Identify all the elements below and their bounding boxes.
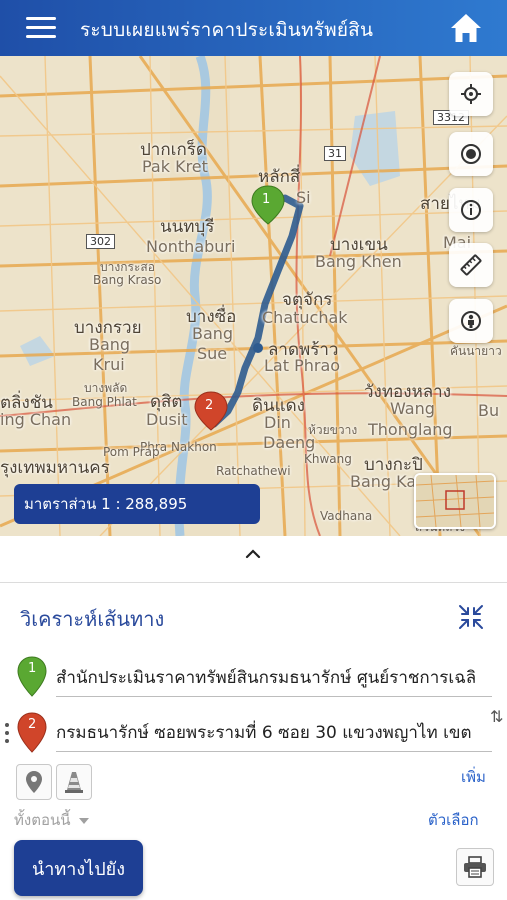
options-link[interactable]: ตัวเลือก [428,808,479,832]
printer-icon [464,856,486,878]
map-label: Din [264,413,291,432]
street-view-icon[interactable] [449,299,493,343]
info-icon[interactable] [449,188,493,232]
destination-field[interactable]: กรมธนารักษ์ ซอยพระรามที่ 6 ซอย 30 แขวงพญ… [56,715,492,752]
map-label: Wang [390,399,435,418]
map-label: Si [296,188,311,207]
compress-arrows-icon[interactable] [457,603,485,631]
home-icon[interactable] [449,12,483,44]
ruler-icon[interactable] [449,243,493,287]
navigate-button[interactable]: นำทางไปยัง [14,840,143,896]
swap-icon[interactable]: ⇅ [490,707,503,726]
location-pin-mode-button[interactable] [16,764,52,800]
map-view[interactable]: 1 2 ปากเกร็ด Pak Kret หลักสี่ Si นนทบุรี… [0,56,507,536]
map-label: Bu [478,401,500,420]
record-icon[interactable] [449,132,493,176]
add-stop-link[interactable]: เพิ่ม [461,765,486,789]
destination-pin-icon: 2 [16,712,48,754]
map-label: Nonthaburi [146,237,236,256]
destination-pin-number: 2 [28,717,37,732]
panel-toggle[interactable] [0,536,507,583]
map-label: Bang Phlat [72,395,137,409]
map-label: Sue [197,344,228,363]
road-shield: 31 [324,146,346,161]
map-scale: มาตราส่วน 1 : 288,895 [14,484,260,524]
panel-title: วิเคราะห์เส้นทาง [20,607,165,631]
map-label: Khwang [304,452,352,466]
map-label: Bang [89,335,131,354]
depart-time-label: ทั้งตอนนี้ [14,811,71,829]
map-label: รุงเทพมหานคร [0,458,110,478]
traffic-cone-icon [65,772,83,793]
map-label: หลักสี่ [258,167,301,187]
map-pin-destination-label: 2 [205,398,214,413]
origin-pin-icon: 1 [16,656,48,698]
depart-time-select[interactable]: ทั้งตอนนี้ [14,808,90,832]
map-label: นนทบุรี [160,217,215,237]
map-label: Bang Kraso [93,273,162,287]
map-label: Krui [93,355,125,374]
map-label: Pak Kret [142,157,208,176]
origin-field[interactable]: สำนักประเมินราคาทรัพย์สินกรมธนารักษ์ ศูน… [56,660,492,697]
map-label: Thonglang [368,420,453,439]
app-title: ระบบเผยแพร่ราคาประเมินทรัพย์สิน [80,19,374,41]
road-shield: 302 [86,234,115,249]
origin-pin-number: 1 [28,661,37,676]
map-label: Dusit [146,410,188,429]
map-label: คันนายาว [450,344,502,358]
map-label: Vadhana [320,509,373,523]
locate-target-icon[interactable] [449,72,493,116]
map-label: Pom Prap [103,445,160,459]
drag-handle-icon[interactable] [4,722,10,744]
map-marker-icon [26,771,42,793]
map-label: Lat Phrao [264,356,341,375]
map-label: ห้วยขวาง [308,423,358,437]
map-label: Chatuchak [262,308,348,327]
caret-down-icon [79,817,90,824]
map-label: Ratchathewi [216,464,291,478]
map-label: ing Chan [0,410,72,429]
map-pin-origin-label: 1 [262,192,271,207]
map-label: Bang Khen [315,252,402,271]
map-label: Bang [192,324,234,343]
overview-minimap[interactable] [414,473,496,529]
chevron-up-icon [245,549,261,559]
hamburger-menu-icon[interactable] [26,17,56,39]
print-button[interactable] [456,848,494,886]
app-header: ระบบเผยแพร่ราคาประเมินทรัพย์สิน [0,0,507,56]
traffic-cone-button[interactable] [56,764,92,800]
